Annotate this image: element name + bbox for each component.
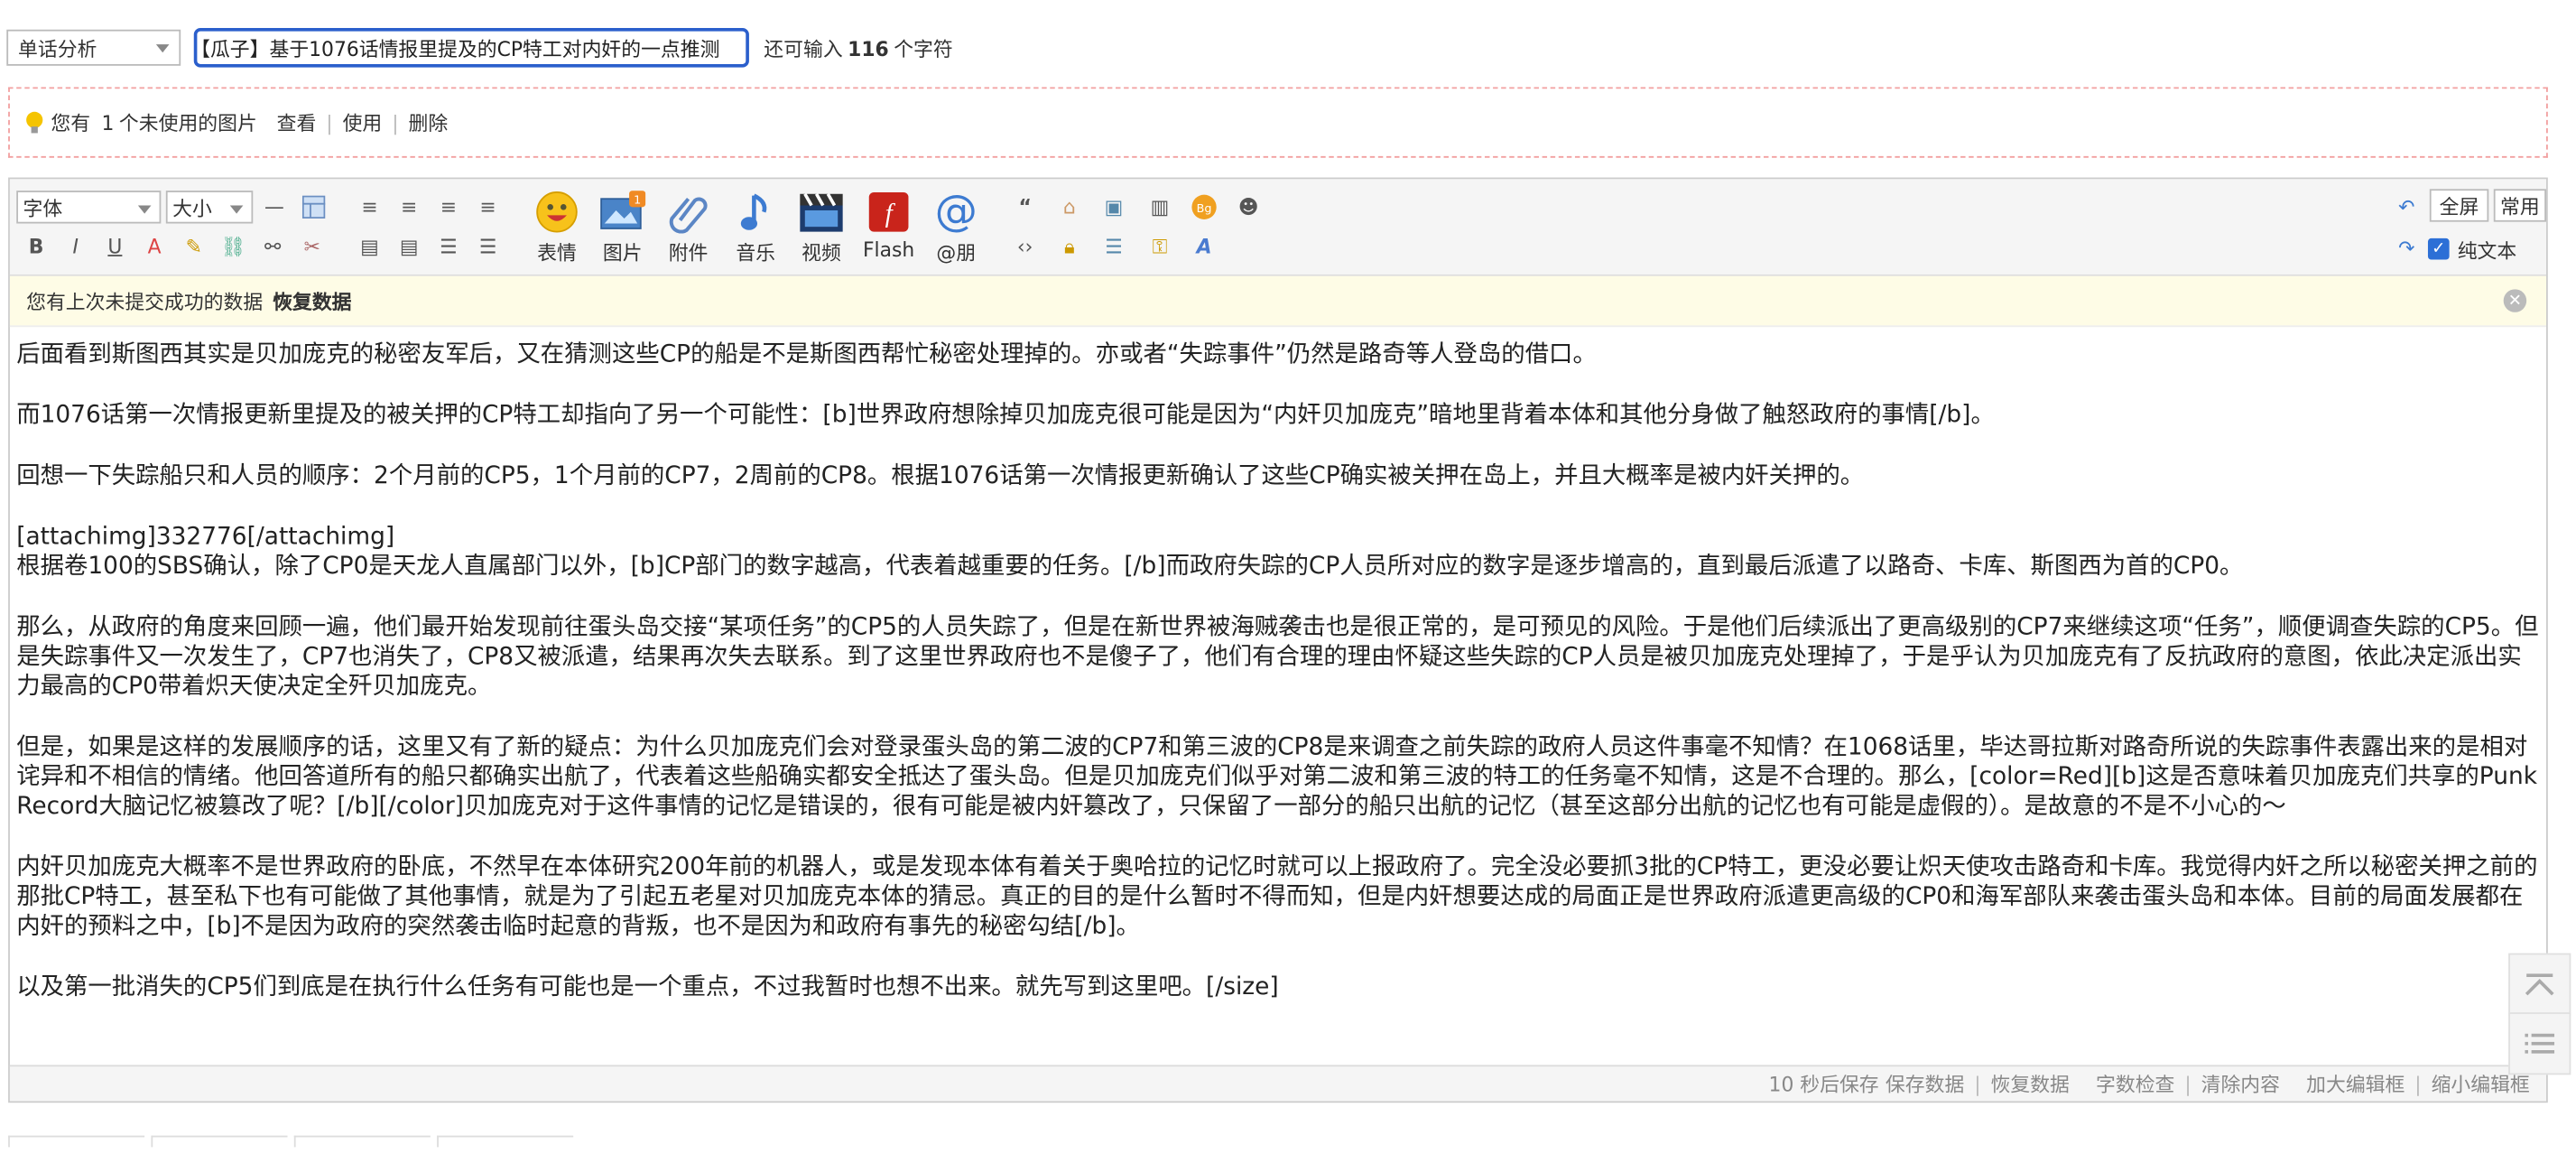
save-data-link[interactable]: 保存数据 bbox=[1886, 1070, 1964, 1098]
float-left-icon[interactable]: ▤ bbox=[357, 233, 383, 259]
paragraph: 根据卷100的SBS确认，除了CP0是天龙人直属部门以外，[b]CP部门的数字越… bbox=[16, 554, 2244, 581]
clear-content-link[interactable]: 清除内容 bbox=[2201, 1070, 2280, 1098]
chevron-down-icon bbox=[229, 205, 244, 214]
post-editor: 字体 大小 — ≡ ≡ ≡ ≡ B I U A ✎ ⛓ ⚯ ✂ ▤ ▤ ☰ ☰ bbox=[8, 177, 2548, 1103]
view-images-link[interactable]: 查看 bbox=[277, 108, 317, 136]
notice-text: 您有 1 个未使用的图片 bbox=[51, 111, 257, 135]
svg-text:1: 1 bbox=[634, 194, 641, 208]
unused-images-notice: 您有 1 个未使用的图片 查看 | 使用 | 删除 bbox=[8, 87, 2548, 158]
editor-toolbar: 字体 大小 — ≡ ≡ ≡ ≡ B I U A ✎ ⛓ ⚯ ✂ ▤ ▤ ☰ ☰ bbox=[9, 179, 2547, 276]
emoji-button[interactable]: 表情 bbox=[524, 189, 590, 266]
redo-icon[interactable]: ↷ bbox=[2394, 235, 2420, 261]
music-button[interactable]: 音乐 bbox=[723, 189, 789, 266]
restore-data-status-link[interactable]: 恢复数据 bbox=[1991, 1070, 2070, 1098]
title-input[interactable]: 【瓜子】基于1076话情报里提及的CP特工对内奸的一点推测 bbox=[193, 27, 749, 68]
restore-data-link[interactable]: 恢复数据 bbox=[273, 287, 351, 315]
use-images-link[interactable]: 使用 bbox=[343, 108, 383, 136]
undo-icon[interactable]: ↶ bbox=[2394, 194, 2420, 220]
remaining-chars: 还可输入 116 个字符 bbox=[764, 36, 953, 60]
common-button[interactable]: 常用 bbox=[2493, 189, 2546, 222]
lightbulb-icon bbox=[26, 111, 43, 134]
unordered-list-icon[interactable]: ☰ bbox=[475, 233, 501, 259]
flash-icon: f bbox=[866, 189, 912, 235]
list-icon[interactable] bbox=[2508, 1012, 2571, 1075]
title-input-value: 【瓜子】基于1076话情报里提及的CP特工对内奸的一点推测 bbox=[193, 36, 720, 60]
page-break-icon[interactable]: ▥ bbox=[1146, 194, 1172, 220]
paragraph: 但是，如果是这样的发展顺序的话，这里又有了新的疑点：为什么贝加庞克们会对登录蛋头… bbox=[16, 734, 2537, 821]
horizontal-rule-icon[interactable]: — bbox=[261, 194, 287, 220]
at-sign-icon: @ bbox=[934, 187, 978, 237]
plain-text-checkbox[interactable]: ✓ bbox=[2427, 237, 2450, 260]
fullscreen-button[interactable]: 全屏 bbox=[2429, 189, 2489, 222]
word-check-link[interactable]: 字数检查 bbox=[2096, 1070, 2174, 1098]
restore-data-bar: 您有上次未提交成功的数据 恢复数据 ✕ bbox=[9, 275, 2547, 328]
free-icon[interactable]: ⌂ bbox=[1056, 194, 1082, 220]
flash-button[interactable]: f Flash bbox=[856, 189, 922, 261]
image-icon: 1 bbox=[599, 189, 646, 235]
align-center-icon[interactable]: ≡ bbox=[435, 194, 461, 220]
mention-button[interactable]: @ @朋 bbox=[923, 189, 989, 266]
qq-icon[interactable]: ☻ bbox=[1236, 194, 1262, 220]
indent-icon[interactable]: ☰ bbox=[1100, 233, 1126, 259]
remaining-count: 116 bbox=[848, 36, 889, 60]
category-select-value: 单话分析 bbox=[18, 36, 97, 60]
table-icon[interactable] bbox=[301, 194, 327, 220]
underline-icon[interactable]: U bbox=[102, 233, 128, 259]
editor-statusbar: 10 秒后保存 保存数据 | 恢复数据 字数检查 | 清除内容 加大编辑框 | … bbox=[9, 1065, 2547, 1102]
scroll-top-icon[interactable] bbox=[2508, 953, 2571, 1016]
chevron-down-icon bbox=[155, 44, 170, 53]
paragraph: 回想一下失踪船只和人员的顺序：2个月前的CP5，1个月前的CP7，2周前的CP8… bbox=[16, 463, 1865, 490]
float-right-icon[interactable]: ▤ bbox=[396, 233, 422, 259]
size-select[interactable]: 大小 bbox=[165, 191, 254, 224]
clear-format-icon[interactable]: ✂ bbox=[299, 233, 325, 259]
password-icon[interactable]: ⚿ bbox=[1146, 233, 1172, 259]
paragraph: 内奸贝加庞克大概率不是世界政府的卧底，不然早在本体研究200年前的机器人，或是发… bbox=[16, 854, 2538, 941]
link-icon[interactable]: ⛓ bbox=[220, 233, 246, 259]
category-select[interactable]: 单话分析 bbox=[6, 29, 181, 66]
autosave-timer: 10 秒后保存 bbox=[1768, 1073, 1879, 1096]
paragraph: 后面看到斯图西其实是贝加庞克的秘密友军后，又在猜测这些CP的船是不是斯图西帮忙秘… bbox=[16, 341, 1597, 368]
bold-icon[interactable]: B bbox=[23, 233, 49, 259]
chevron-down-icon bbox=[137, 205, 152, 214]
background-icon[interactable]: Bg bbox=[1191, 194, 1218, 220]
music-note-icon bbox=[733, 189, 779, 235]
font-color-icon[interactable]: A bbox=[142, 233, 168, 259]
ordered-list-icon[interactable]: ☰ bbox=[435, 233, 461, 259]
paragraph: 那么，从政府的角度来回顾一遍，他们最开始发现前往蛋头岛交接“某项任务”的CP5的… bbox=[16, 614, 2539, 701]
align-left-icon[interactable]: ≡ bbox=[396, 194, 422, 220]
quote-icon[interactable]: “ bbox=[1012, 194, 1038, 220]
editor-content[interactable]: 后面看到斯图西其实是贝加庞克的秘密友军后，又在猜测这些CP的船是不是斯图西帮忙秘… bbox=[10, 327, 2543, 1071]
font-style-icon[interactable]: A bbox=[1191, 233, 1218, 259]
paragraph: [attachimg]332776[/attachimg] bbox=[16, 524, 395, 551]
bottom-tabs bbox=[8, 1122, 599, 1148]
align-justify-icon[interactable]: ≡ bbox=[357, 194, 383, 220]
paperclip-icon bbox=[665, 189, 711, 235]
delete-images-link[interactable]: 删除 bbox=[408, 108, 448, 136]
highlight-icon[interactable]: ✎ bbox=[181, 233, 207, 259]
unlink-icon[interactable]: ⚯ bbox=[260, 233, 286, 259]
enlarge-editor-link[interactable]: 加大编辑框 bbox=[2306, 1070, 2405, 1098]
svg-text:Bg: Bg bbox=[1197, 202, 1212, 216]
code-icon[interactable]: ‹› bbox=[1012, 233, 1038, 259]
attachment-button[interactable]: 附件 bbox=[655, 189, 721, 266]
paragraph: 而1076话第一次情报更新里提及的被关押的CP特工却指向了另一个可能性：[b]世… bbox=[16, 402, 1995, 430]
align-right-icon[interactable]: ≡ bbox=[475, 194, 501, 220]
lock-icon[interactable]: 🔒︎ bbox=[1056, 233, 1082, 259]
image-button[interactable]: 1 图片 bbox=[589, 189, 655, 266]
hide-icon[interactable]: ▣ bbox=[1100, 194, 1126, 220]
video-button[interactable]: 视频 bbox=[789, 189, 855, 266]
close-icon[interactable]: ✕ bbox=[2503, 289, 2527, 312]
plain-text-label: 纯文本 bbox=[2457, 239, 2517, 264]
font-select[interactable]: 字体 bbox=[16, 191, 162, 224]
italic-icon[interactable]: I bbox=[62, 233, 88, 259]
paragraph: 以及第一批消失的CP5们到底是在执行什么任务有可能也是一个重点，不过我暂时也想不… bbox=[16, 974, 1279, 1001]
smiley-icon bbox=[534, 189, 580, 235]
clapperboard-icon bbox=[799, 189, 845, 235]
